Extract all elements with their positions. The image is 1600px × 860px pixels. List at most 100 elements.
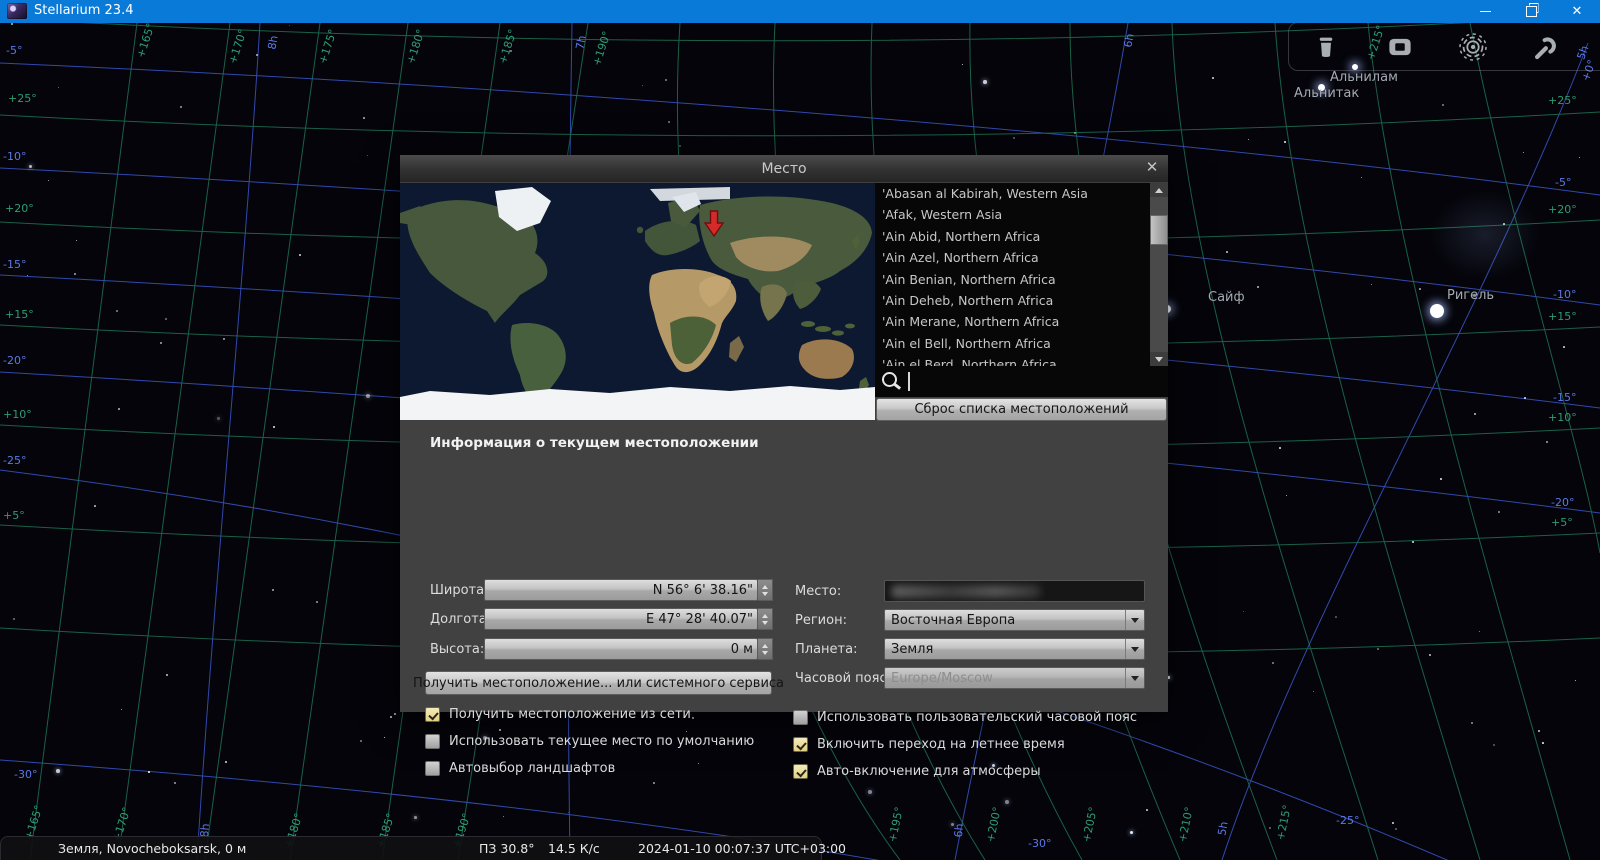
checkbox-label: Включить переход на летнее время: [817, 737, 1065, 752]
location-list-item[interactable]: 'Ain Azel, Northern Africa: [875, 247, 1150, 268]
checkbox-row[interactable]: Использовать текущее место по умолчанию: [425, 730, 754, 753]
grid-coordinate-label: -20°: [3, 354, 27, 367]
scrollbar-track[interactable]: [1150, 197, 1168, 352]
grid-coordinate-label: -30°: [1028, 837, 1052, 850]
text-caret: [908, 372, 910, 391]
list-scrollbar[interactable]: [1150, 183, 1168, 366]
location-dialog: Место ✕ 'Abasan al Kabirah, Western Asia…: [400, 155, 1168, 779]
star-name-label: Альнилам: [1330, 70, 1398, 85]
checkbox-label: Авто-включение для атмосферы: [817, 764, 1041, 779]
region-dropdown[interactable]: Восточная Европа: [884, 609, 1145, 631]
display-icon[interactable]: [1385, 32, 1415, 62]
location-list-item[interactable]: 'Ain Deheb, Northern Africa: [875, 290, 1150, 311]
dialog-title: Место: [761, 160, 807, 177]
checkbox-row[interactable]: Включить переход на летнее время: [793, 733, 1137, 756]
planet-dropdown[interactable]: Земля: [884, 638, 1145, 660]
bright-star: [1430, 304, 1444, 318]
location-list: 'Abasan al Kabirah, Western Asia 'Afak, W…: [875, 183, 1150, 366]
star-name-label: Альнитак: [1294, 86, 1360, 101]
status-bar: Земля, Novocheboksarsk, 0 м ПЗ 30.8° 14.…: [0, 836, 846, 860]
grid-coordinate-label: -15°: [3, 258, 27, 271]
star-name-label: Ригель: [1447, 288, 1495, 303]
chevron-down-icon: [1125, 639, 1144, 659]
world-map-image: [400, 183, 875, 420]
grid-coordinate-label: -30°: [14, 768, 38, 781]
checkbox-label: Получить местоположение из сети: [449, 707, 691, 722]
checkbox-label: Использовать текущее место по умолчанию: [449, 734, 755, 749]
chevron-down-icon: [1125, 610, 1144, 630]
grid-coordinate-label: -20°: [1551, 496, 1575, 509]
location-list-item[interactable]: 'Ain el Berd. Northern Africa: [875, 354, 1150, 366]
restore-button[interactable]: [1508, 0, 1554, 23]
window-title: Stellarium 23.4: [34, 3, 134, 18]
checkbox[interactable]: [425, 707, 440, 722]
grid-coordinate-label: +10°: [3, 408, 32, 421]
altitude-input[interactable]: 0 м: [484, 638, 758, 660]
checkbox[interactable]: [793, 710, 808, 725]
grid-coordinate-label: +10°: [1548, 411, 1577, 424]
dialog-close-button[interactable]: ✕: [1142, 157, 1162, 177]
longitude-label: Долгота:: [430, 612, 492, 627]
checkbox-row[interactable]: Получить местоположение из сети: [425, 703, 754, 726]
location-list-item[interactable]: 'Ain el Bell, Northern Africa: [875, 333, 1150, 354]
timezone-value: Europe/Moscow: [891, 670, 993, 686]
planet-label: Планета:: [795, 642, 858, 657]
statusbar-location: Земля, Novocheboksarsk, 0 м: [58, 841, 247, 856]
world-map[interactable]: [400, 183, 875, 420]
longitude-input[interactable]: E 47° 28' 40.07": [484, 608, 758, 630]
checkbox-row[interactable]: Автовыбор ландшафтов: [425, 757, 754, 780]
location-search-input[interactable]: [875, 366, 1168, 397]
checkbox[interactable]: [793, 737, 808, 752]
map-marker-arrow: [703, 210, 725, 238]
altitude-spinner[interactable]: [758, 638, 773, 660]
latitude-spinner[interactable]: [758, 579, 773, 601]
location-list-item[interactable]: 'Ain Abid, Northern Africa: [875, 226, 1150, 247]
region-value: Восточная Европа: [891, 612, 1016, 628]
stellarium-window: -5° +25° -10° +20° -15° +15° -20° +10° -25° +5° -3…: [0, 0, 1600, 860]
statusbar-fps: 14.5 К/с: [548, 841, 600, 856]
place-input[interactable]: [884, 580, 1145, 602]
region-label: Регион:: [795, 613, 847, 628]
scrollbar-thumb[interactable]: [1150, 215, 1168, 245]
location-list-item[interactable]: 'Afak, Western Asia: [875, 204, 1150, 225]
scrollbar-down-button[interactable]: [1150, 352, 1168, 366]
chevron-down-icon: [1125, 668, 1144, 688]
checkbox[interactable]: [425, 734, 440, 749]
latitude-input[interactable]: N 56° 6' 38.16": [484, 579, 758, 601]
minimize-button[interactable]: [1462, 0, 1508, 23]
scrollbar-up-button[interactable]: [1150, 183, 1168, 197]
grid-coordinate-label: +5°: [3, 509, 25, 522]
grid-coordinate-label: -15°: [1553, 391, 1577, 404]
close-button[interactable]: ✕: [1554, 0, 1600, 23]
checkbox-row[interactable]: Использовать пользовательский часовой по…: [793, 706, 1137, 729]
grid-coordinate-label: -10°: [1553, 288, 1577, 301]
checkbox[interactable]: [425, 761, 440, 776]
timezone-dropdown[interactable]: Europe/Moscow: [884, 667, 1145, 689]
longitude-spinner[interactable]: [758, 608, 773, 630]
grid-coordinate-label: +25°: [8, 92, 37, 105]
grid-coordinate-label: -25°: [3, 454, 27, 467]
section-header: Информация о текущем местоположении: [430, 435, 759, 451]
planet-value: Земля: [891, 641, 934, 657]
checkbox[interactable]: [793, 764, 808, 779]
location-list-item[interactable]: 'Abasan al Kabirah, Western Asia: [875, 183, 1150, 204]
checkbox-row[interactable]: Авто-включение для атмосферы: [793, 760, 1137, 783]
location-list-item[interactable]: 'Ain Benian, Northern Africa: [875, 269, 1150, 290]
grid-coordinate-label: 7h: [573, 34, 589, 51]
get-location-button[interactable]: Получить местоположение... или системног…: [413, 671, 784, 695]
search-icon: [881, 371, 902, 391]
dialog-titlebar[interactable]: Место: [400, 155, 1168, 182]
grid-coordinate-label: -25°: [1336, 814, 1360, 827]
place-label: Место:: [795, 584, 842, 599]
altitude-label: Высота:: [430, 642, 485, 657]
trash-icon[interactable]: [1311, 32, 1341, 62]
location-list-item[interactable]: 'Ain Merane, Northern Africa: [875, 311, 1150, 332]
reset-location-list-button[interactable]: Сброс списка местоположений: [876, 398, 1167, 421]
statusbar-fov: ПЗ 30.8°: [479, 841, 535, 856]
grid-coordinate-label: +15°: [5, 308, 34, 321]
target-rings-icon[interactable]: [1458, 32, 1488, 62]
wrench-icon[interactable]: [1529, 32, 1559, 62]
os-titlebar[interactable]: Stellarium 23.4 ✕: [0, 0, 1600, 23]
grid-coordinate-label: 5h: [1215, 820, 1231, 837]
timezone-label: Часовой пояс:: [795, 671, 891, 686]
